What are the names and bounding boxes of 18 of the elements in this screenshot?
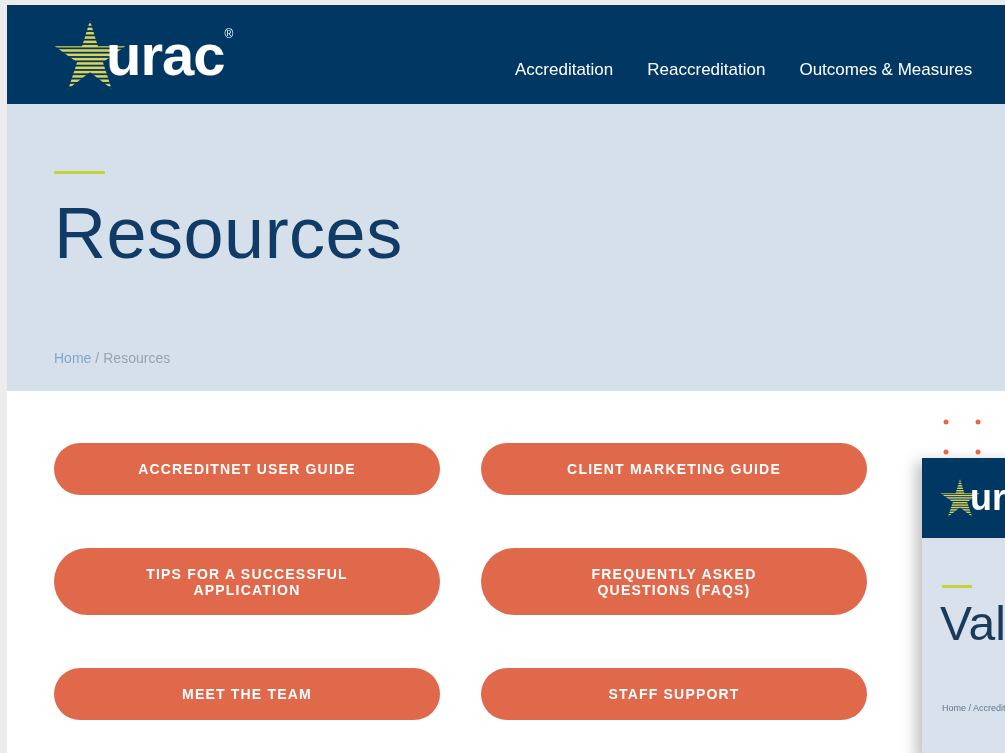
resource-button[interactable]: CLIENT MARKETING GUIDE bbox=[481, 443, 867, 495]
registered-mark: ® bbox=[224, 25, 234, 43]
nav-link[interactable]: Outcomes & Measures bbox=[799, 57, 973, 83]
resource-button[interactable]: MEET THE TEAM bbox=[54, 668, 440, 720]
preview-title: Val bbox=[940, 596, 1005, 652]
resource-button[interactable]: TIPS FOR A SUCCESSFUL APPLICATION bbox=[54, 548, 440, 615]
breadcrumb-link[interactable]: Home bbox=[54, 348, 92, 369]
resource-button[interactable]: STAFF SUPPORT bbox=[481, 668, 867, 720]
preview-breadcrumb: Home / Accredit bbox=[942, 702, 1005, 715]
page-title: Resources bbox=[54, 192, 403, 275]
breadcrumb-separator: / bbox=[95, 349, 100, 368]
breadcrumb-current: Resources bbox=[103, 349, 171, 368]
nav-link[interactable]: Reaccreditation bbox=[647, 57, 766, 83]
resource-button[interactable]: ACCREDITNET USER GUIDE bbox=[54, 443, 440, 495]
nav-link[interactable]: Accreditation bbox=[515, 57, 614, 83]
resource-button[interactable]: FREQUENTLY ASKED QUESTIONS (FAQS) bbox=[481, 548, 867, 615]
preview-logo: ur bbox=[970, 476, 1005, 520]
logo-wordmark[interactable]: urac bbox=[106, 24, 225, 85]
